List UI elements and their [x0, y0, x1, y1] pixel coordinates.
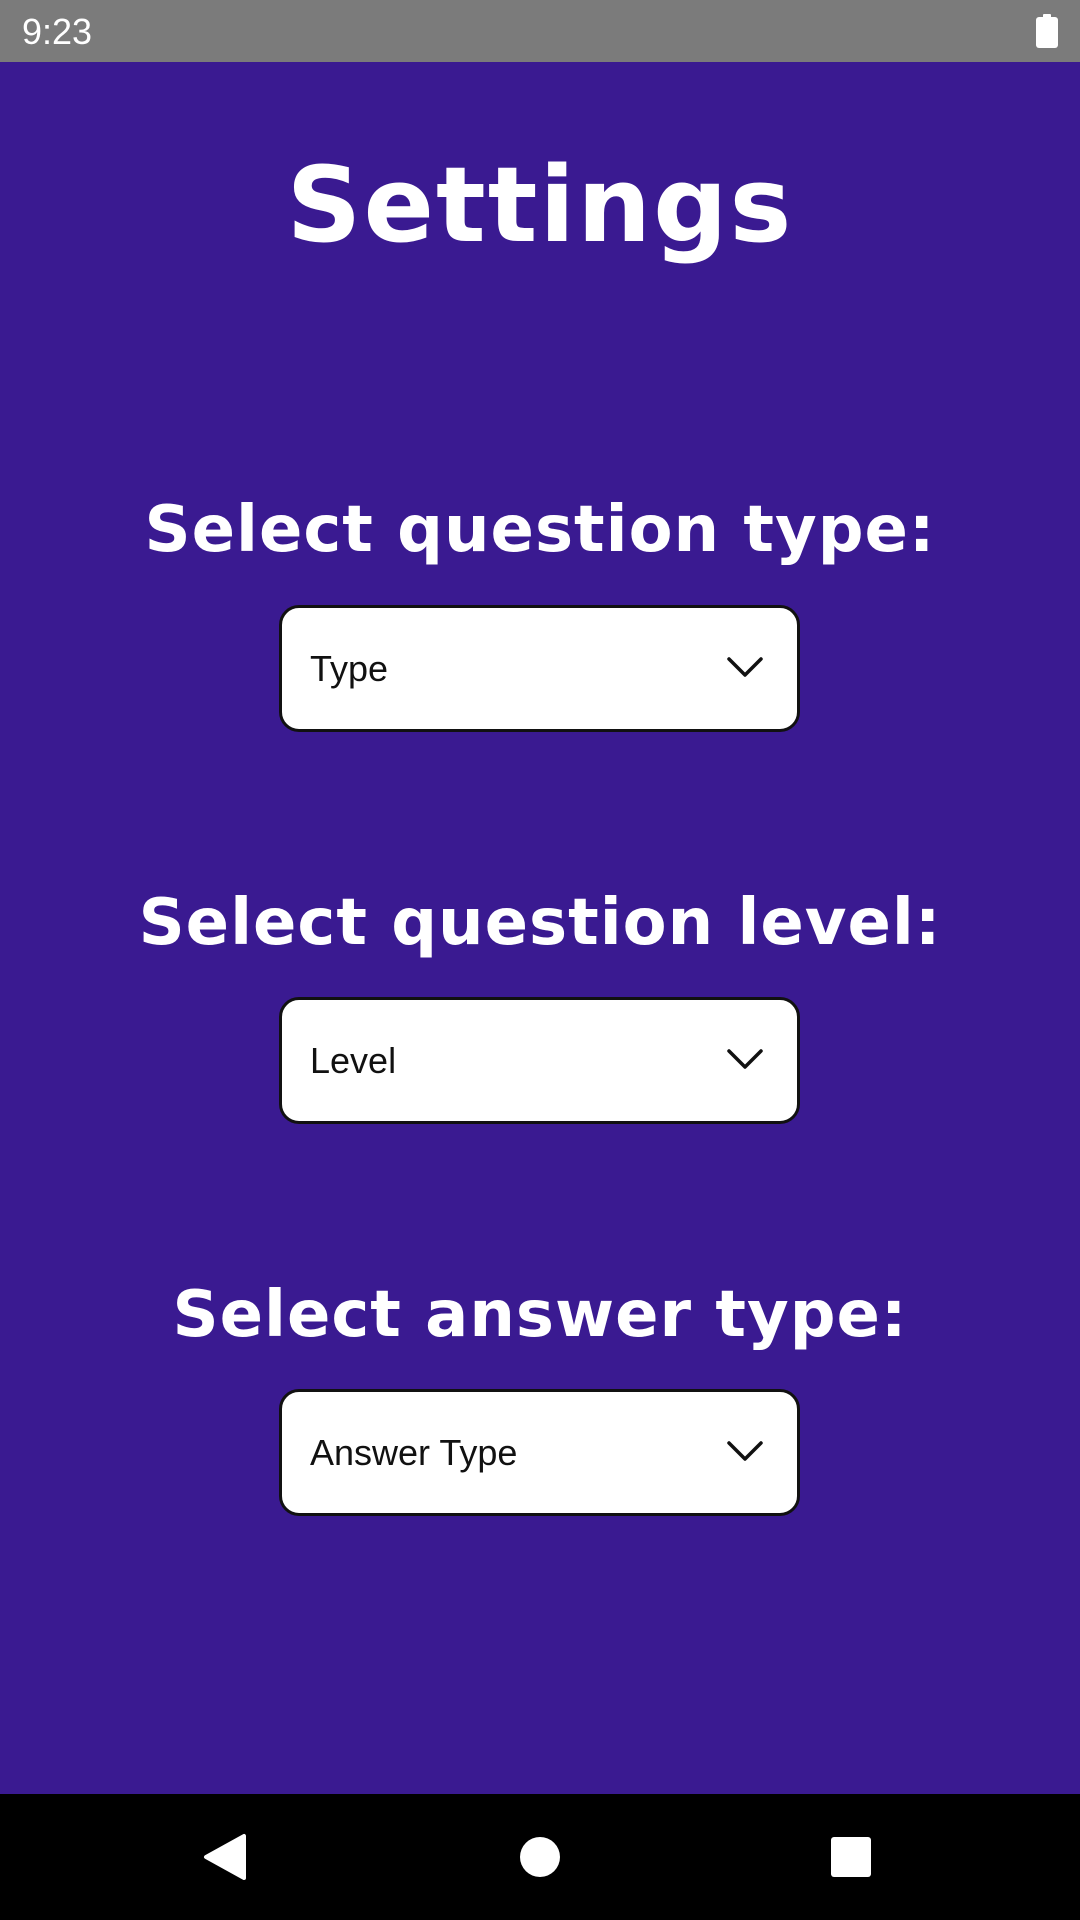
navigation-bar: [0, 1794, 1080, 1920]
page-title: Settings: [286, 144, 794, 266]
answer-type-label: Select answer type:: [172, 1278, 908, 1352]
settings-screen: 9:23 Settings Select question type: Type…: [0, 0, 1080, 1920]
question-type-label: Select question type:: [144, 493, 936, 567]
question-type-dropdown[interactable]: Type: [279, 605, 800, 732]
chevron-down-icon: [727, 1049, 763, 1069]
status-time: 9:23: [22, 11, 93, 52]
chevron-down-icon: [727, 657, 763, 677]
question-level-dropdown[interactable]: Level: [279, 997, 800, 1124]
back-icon[interactable]: [194, 1826, 256, 1888]
answer-type-value: Answer Type: [310, 1432, 518, 1473]
recents-icon[interactable]: [820, 1826, 882, 1888]
battery-icon: [1036, 14, 1058, 48]
answer-type-dropdown[interactable]: Answer Type: [279, 1389, 800, 1516]
question-type-value: Type: [310, 648, 389, 689]
question-level-value: Level: [310, 1040, 397, 1081]
chevron-down-icon: [727, 1441, 763, 1461]
question-level-label: Select question level:: [138, 886, 942, 960]
status-bar: 9:23: [0, 0, 1080, 62]
home-icon[interactable]: [509, 1826, 571, 1888]
